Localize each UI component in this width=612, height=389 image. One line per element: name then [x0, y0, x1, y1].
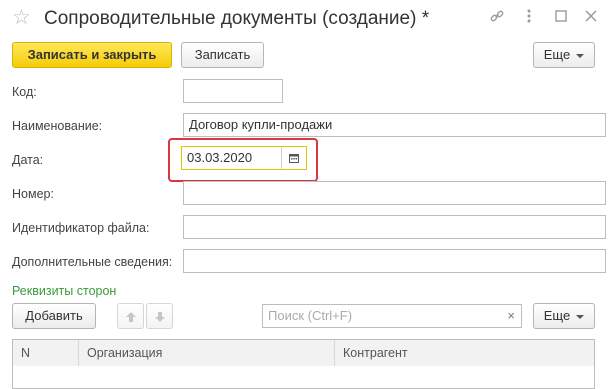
- requisites-more-button[interactable]: Еще: [533, 303, 595, 329]
- chevron-down-icon: [576, 53, 585, 58]
- save-and-close-button[interactable]: Записать и закрыть: [12, 42, 172, 68]
- chevron-down-icon: [576, 314, 585, 319]
- column-header-organization[interactable]: Организация: [79, 340, 335, 366]
- maximize-icon[interactable]: [552, 8, 570, 26]
- name-field[interactable]: Договор купли-продажи: [183, 113, 606, 137]
- date-field[interactable]: 03.03.2020: [181, 146, 307, 170]
- name-label: Наименование:: [12, 119, 103, 133]
- column-header-n[interactable]: N: [13, 340, 79, 366]
- more-button[interactable]: Еще: [533, 42, 595, 68]
- favorite-star-icon[interactable]: ☆: [12, 6, 31, 30]
- requisites-more-label: Еще: [543, 308, 571, 323]
- calendar-icon[interactable]: [281, 147, 306, 169]
- column-header-counterparty[interactable]: Контрагент: [335, 340, 594, 366]
- add-button[interactable]: Добавить: [12, 303, 96, 329]
- window-title: Сопроводительные документы (создание) *: [44, 8, 430, 29]
- move-down-button[interactable]: [146, 303, 173, 329]
- requisites-section-title[interactable]: Реквизиты сторон: [12, 284, 116, 298]
- more-button-label: Еще: [543, 47, 571, 62]
- file-id-label: Идентификатор файла:: [12, 221, 150, 235]
- number-label: Номер:: [12, 187, 54, 201]
- code-field[interactable]: [183, 79, 283, 103]
- extra-info-label: Дополнительные сведения:: [12, 255, 173, 269]
- more-vertical-icon[interactable]: [520, 8, 538, 26]
- date-value: 03.03.2020: [187, 150, 253, 165]
- arrow-down-icon: [154, 311, 165, 322]
- file-id-field[interactable]: [183, 215, 606, 239]
- requisites-table[interactable]: N Организация Контрагент: [12, 339, 595, 389]
- code-label: Код:: [12, 85, 37, 99]
- number-field[interactable]: [183, 181, 606, 205]
- clear-search-icon[interactable]: ×: [507, 305, 515, 327]
- link-icon[interactable]: [488, 8, 506, 26]
- arrow-up-icon: [125, 311, 136, 322]
- extra-info-field[interactable]: [183, 249, 606, 273]
- search-input[interactable]: Поиск (Ctrl+F) ×: [262, 304, 522, 328]
- search-placeholder: Поиск (Ctrl+F): [268, 308, 353, 323]
- close-icon[interactable]: [582, 8, 600, 26]
- save-button[interactable]: Записать: [181, 42, 264, 68]
- date-label: Дата:: [12, 153, 44, 167]
- move-up-button[interactable]: [117, 303, 144, 329]
